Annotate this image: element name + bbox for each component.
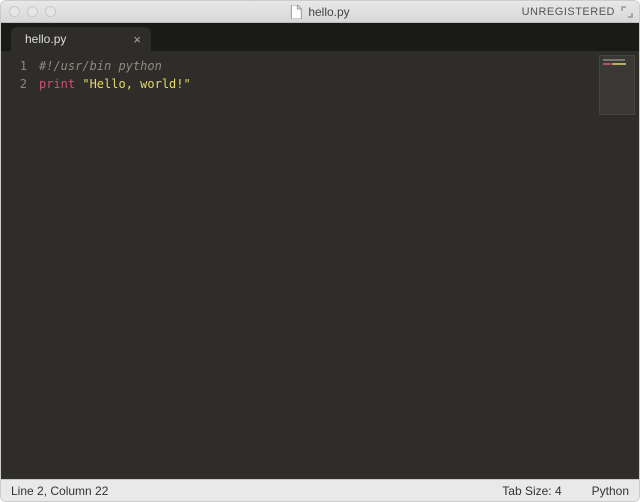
cursor-position[interactable]: Line 2, Column 22 [11,484,108,498]
close-window-button[interactable] [9,6,20,17]
line-number: 2 [1,75,27,93]
minimap-line [603,59,625,61]
language-selector[interactable]: Python [592,484,629,498]
code-comment: #!/usr/bin python [39,59,162,73]
tab-size-selector[interactable]: Tab Size: 4 [502,484,561,498]
close-icon[interactable]: × [133,33,141,46]
status-bar: Line 2, Column 22 Tab Size: 4 Python [1,479,639,501]
title-center: hello.py [290,5,349,19]
tab-hello-py[interactable]: hello.py × [11,27,151,51]
window-controls [1,6,56,17]
code-keyword: print [39,77,75,91]
minimap-line [612,63,626,65]
window-title: hello.py [308,5,349,19]
line-gutter: 1 2 [1,51,35,479]
line-number: 1 [1,57,27,75]
titlebar[interactable]: hello.py UNREGISTERED [1,1,639,23]
minimize-window-button[interactable] [27,6,38,17]
minimap-line [603,63,611,65]
code-string: "Hello, world!" [82,77,190,91]
title-right: UNREGISTERED [522,6,633,18]
tab-bar[interactable]: hello.py × [1,23,639,51]
editor-area[interactable]: 1 2 #!/usr/bin python print "Hello, worl… [1,51,639,479]
minimap[interactable] [599,55,635,115]
registration-status: UNREGISTERED [522,6,615,18]
zoom-window-button[interactable] [45,6,56,17]
expand-icon[interactable] [621,6,633,18]
code-content[interactable]: #!/usr/bin python print "Hello, world!" [35,51,639,479]
editor-window: hello.py UNREGISTERED hello.py × 1 2 #!/… [0,0,640,502]
tab-label: hello.py [25,32,66,46]
file-icon [290,5,302,19]
